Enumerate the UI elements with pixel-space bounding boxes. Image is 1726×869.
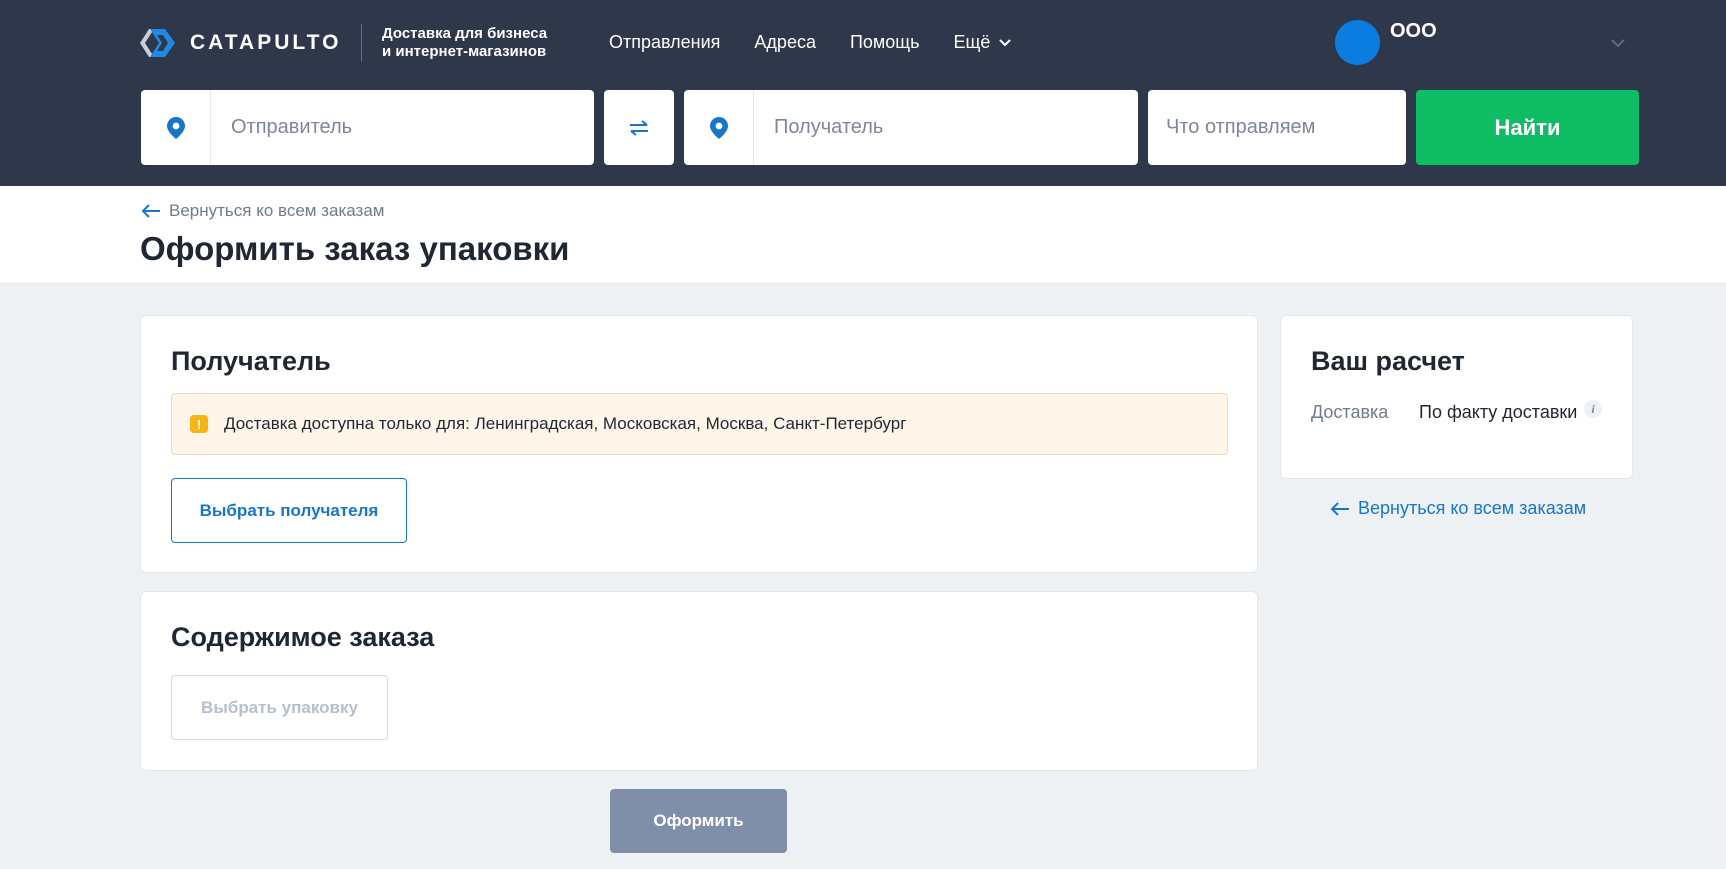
find-button[interactable]: Найти bbox=[1416, 90, 1639, 165]
tagline-line2: и интернет-магазинов bbox=[382, 43, 547, 60]
delivery-restriction-notice: ! Доставка доступна только для: Ленингра… bbox=[171, 393, 1228, 455]
warning-icon: ! bbox=[190, 415, 208, 433]
tagline: Доставка для бизнеса и интернет-магазино… bbox=[382, 25, 547, 61]
sender-input[interactable] bbox=[231, 90, 571, 165]
sidebar-back-label: Вернуться ко всем заказам bbox=[1358, 498, 1587, 518]
back-to-orders-link[interactable]: Вернуться ко всем заказам bbox=[141, 201, 384, 221]
delivery-value: По факту доставки bbox=[1419, 402, 1578, 422]
sender-field bbox=[141, 90, 594, 165]
sidebar-back-to-orders-link[interactable]: Вернуться ко всем заказам bbox=[1330, 498, 1586, 519]
logo[interactable]: CATAPULTO bbox=[140, 26, 341, 60]
nav-item-more-label: Ещё bbox=[953, 32, 991, 52]
submit-order-button[interactable]: Оформить bbox=[610, 789, 787, 853]
recipient-pin bbox=[684, 90, 754, 165]
calc-card-title: Ваш расчет bbox=[1311, 346, 1465, 376]
choose-packaging-button[interactable]: Выбрать упаковку bbox=[171, 675, 388, 740]
calculation-card: Ваш расчет Доставка По факту доставки i bbox=[1280, 315, 1633, 479]
arrow-left-icon bbox=[1330, 501, 1349, 516]
chevron-down-icon bbox=[999, 38, 1012, 46]
contents-card-title: Содержимое заказа bbox=[171, 622, 435, 652]
map-pin-icon bbox=[709, 116, 728, 139]
recipient-card: Получатель ! Доставка доступна только дл… bbox=[140, 315, 1258, 573]
avatar[interactable] bbox=[1335, 20, 1380, 65]
map-pin-icon bbox=[166, 116, 185, 139]
choose-recipient-button[interactable]: Выбрать получателя bbox=[171, 478, 407, 543]
recipient-field bbox=[684, 90, 1138, 165]
main-nav: Отправления Адреса Помощь Ещё bbox=[609, 32, 1012, 53]
nav-item-shipments[interactable]: Отправления bbox=[609, 32, 720, 53]
nav-item-more[interactable]: Ещё bbox=[954, 32, 1013, 53]
info-icon[interactable]: i bbox=[1584, 400, 1602, 418]
top-header: CATAPULTO Доставка для бизнеса и интерне… bbox=[0, 0, 1726, 186]
what-input[interactable] bbox=[1166, 90, 1396, 165]
tagline-line1: Доставка для бизнеса bbox=[382, 25, 548, 42]
nav-item-addresses[interactable]: Адреса bbox=[754, 32, 816, 53]
logo-text: CATAPULTO bbox=[190, 31, 342, 54]
swap-arrows-icon bbox=[630, 119, 648, 136]
nav-item-help[interactable]: Помощь bbox=[850, 32, 920, 53]
what-field bbox=[1148, 90, 1406, 165]
back-to-orders-label: Вернуться ко всем заказам bbox=[169, 201, 385, 220]
order-contents-card: Содержимое заказа Выбрать упаковку bbox=[140, 591, 1258, 771]
recipient-input[interactable] bbox=[774, 90, 1114, 165]
page-title: Оформить заказ упаковки bbox=[140, 230, 570, 267]
delivery-label: Доставка bbox=[1311, 402, 1389, 422]
arrow-left-icon bbox=[141, 204, 160, 218]
catapulto-logo-icon bbox=[140, 29, 175, 57]
logo-divider bbox=[361, 24, 362, 62]
sender-pin bbox=[141, 90, 211, 165]
recipient-card-title: Получатель bbox=[171, 346, 331, 376]
swap-button[interactable] bbox=[604, 90, 674, 165]
account-chevron-down-icon[interactable] bbox=[1610, 36, 1626, 50]
company-name[interactable]: ООО bbox=[1390, 20, 1437, 43]
notice-text: Доставка доступна только для: Ленинградс… bbox=[224, 414, 907, 433]
